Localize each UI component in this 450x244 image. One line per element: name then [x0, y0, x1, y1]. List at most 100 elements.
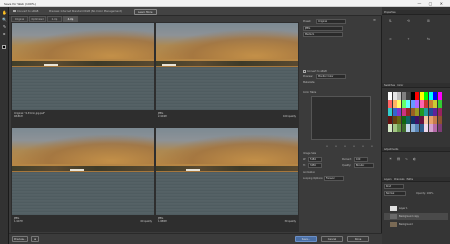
color-swatch[interactable]: [406, 116, 411, 124]
eyedropper-color-swatch[interactable]: [2, 45, 6, 49]
tab-layers[interactable]: Layers: [384, 178, 392, 181]
levels-icon[interactable]: ▤: [396, 157, 401, 162]
color-swatch[interactable]: [424, 100, 429, 108]
brightness-icon[interactable]: ☀: [388, 157, 393, 162]
color-swatch[interactable]: [419, 124, 424, 132]
color-swatch[interactable]: [388, 108, 393, 116]
color-swatch[interactable]: [433, 124, 438, 132]
browser-icon[interactable]: ⊕: [31, 236, 39, 242]
color-swatch[interactable]: [388, 92, 393, 100]
color-swatch[interactable]: [428, 100, 433, 108]
flip-icon[interactable]: ⇆: [426, 37, 431, 42]
window-controls[interactable]: — ▢ ✕: [417, 1, 446, 6]
color-swatch[interactable]: [424, 92, 429, 100]
color-swatch[interactable]: [437, 108, 442, 116]
tab-4-up[interactable]: 4-Up: [63, 16, 78, 22]
anchor-icon[interactable]: ⌖: [406, 37, 411, 42]
color-swatch[interactable]: [424, 108, 429, 116]
done-button[interactable]: Done: [347, 236, 369, 242]
color-swatch[interactable]: [433, 108, 438, 116]
color-swatch[interactable]: [401, 124, 406, 132]
align-icon[interactable]: ⊞: [426, 19, 431, 24]
adjust-icon[interactable]: ⇅: [388, 19, 393, 24]
adjustments-panel-header[interactable]: Adjustments: [382, 147, 450, 152]
color-swatch[interactable]: [410, 124, 415, 132]
menu-icon[interactable]: ≡: [372, 18, 377, 23]
learn-more-button[interactable]: Learn More: [134, 8, 157, 15]
color-swatch[interactable]: [419, 116, 424, 124]
preview-browser-button[interactable]: Preview...: [12, 236, 28, 242]
cancel-button[interactable]: Cancel: [321, 236, 343, 242]
quality-preset-select[interactable]: Medium: [303, 32, 343, 37]
link-icon[interactable]: ∞: [388, 37, 393, 42]
layer-row[interactable]: Layer 1: [384, 205, 448, 212]
slice-select-tool-icon[interactable]: ▸: [2, 31, 7, 36]
properties-panel-header[interactable]: Properties: [382, 10, 450, 15]
color-swatch[interactable]: [397, 116, 402, 124]
tab-optimized[interactable]: Optimized: [29, 16, 46, 22]
color-swatch[interactable]: [424, 124, 429, 132]
color-swatch[interactable]: [419, 108, 424, 116]
color-swatch[interactable]: [428, 92, 433, 100]
color-swatch[interactable]: [401, 92, 406, 100]
height-input[interactable]: 3456: [308, 163, 322, 168]
color-swatch[interactable]: [410, 100, 415, 108]
preview-pane-optimized-2[interactable]: JPEG 1.107M 60 quality: [12, 128, 154, 232]
hand-tool-icon[interactable]: ✋: [2, 10, 7, 15]
color-swatch[interactable]: [401, 100, 406, 108]
preview-pane-optimized-1[interactable]: JPEG 2.104M 100 quality: [156, 23, 298, 127]
resample-select[interactable]: Bicubic: [354, 163, 374, 168]
color-swatch[interactable]: [428, 108, 433, 116]
preview-color-select[interactable]: Monitor Color: [316, 74, 346, 79]
tab-color[interactable]: Color: [397, 84, 403, 87]
width-input[interactable]: 5184: [308, 157, 322, 162]
color-swatch[interactable]: [397, 92, 402, 100]
blend-mode-select[interactable]: Normal: [384, 191, 406, 196]
color-swatch[interactable]: [392, 100, 397, 108]
color-swatch[interactable]: [397, 100, 402, 108]
color-swatch[interactable]: [437, 116, 442, 124]
format-select[interactable]: JPEG: [303, 26, 343, 31]
color-swatch[interactable]: [419, 92, 424, 100]
layer-row[interactable]: Background: [384, 221, 448, 228]
percent-input[interactable]: 100: [354, 157, 368, 162]
color-swatch[interactable]: [388, 100, 393, 108]
curves-icon[interactable]: ∿: [404, 157, 409, 162]
color-swatch[interactable]: [397, 124, 402, 132]
color-swatch[interactable]: [437, 92, 442, 100]
color-swatch[interactable]: [410, 108, 415, 116]
eyedropper-tool-icon[interactable]: ✎: [2, 24, 7, 29]
color-swatch[interactable]: [392, 92, 397, 100]
convert-srgb-checkbox-2[interactable]: [303, 70, 306, 73]
color-swatch[interactable]: [392, 116, 397, 124]
color-swatch[interactable]: [397, 108, 402, 116]
convert-srgb-checkbox[interactable]: [13, 9, 16, 12]
save-button[interactable]: Save...: [295, 236, 317, 242]
layer-row[interactable]: Background copy: [384, 213, 448, 220]
color-swatch[interactable]: [401, 108, 406, 116]
color-swatch[interactable]: [410, 92, 415, 100]
color-swatch[interactable]: [419, 100, 424, 108]
color-swatch[interactable]: [437, 100, 442, 108]
color-swatch[interactable]: [433, 92, 438, 100]
color-swatch[interactable]: [388, 124, 393, 132]
color-table-controls[interactable]: ▫ ▫ ▫ ▫ ▫ ▫: [326, 144, 376, 148]
tab-channels[interactable]: Channels: [394, 178, 405, 181]
color-swatch[interactable]: [388, 116, 393, 124]
color-swatch[interactable]: [392, 108, 397, 116]
tab-2-up[interactable]: 2-Up: [47, 16, 62, 22]
color-swatch[interactable]: [415, 124, 420, 132]
color-swatch[interactable]: [428, 124, 433, 132]
color-swatch[interactable]: [410, 116, 415, 124]
color-swatch[interactable]: [401, 116, 406, 124]
preview-pane-optimized-3[interactable]: JPEG 1.089M 30 quality: [156, 128, 298, 232]
color-swatch[interactable]: [415, 108, 420, 116]
color-swatch[interactable]: [433, 116, 438, 124]
color-swatch[interactable]: [392, 124, 397, 132]
tab-paths[interactable]: Paths: [407, 178, 413, 181]
preview-pane-original[interactable]: Original: "4.33-hin.jpg.psd" 48.81M: [12, 23, 154, 127]
color-swatch[interactable]: [415, 92, 420, 100]
color-swatch[interactable]: [433, 100, 438, 108]
looping-select[interactable]: Forever: [324, 176, 344, 181]
color-swatch[interactable]: [406, 124, 411, 132]
